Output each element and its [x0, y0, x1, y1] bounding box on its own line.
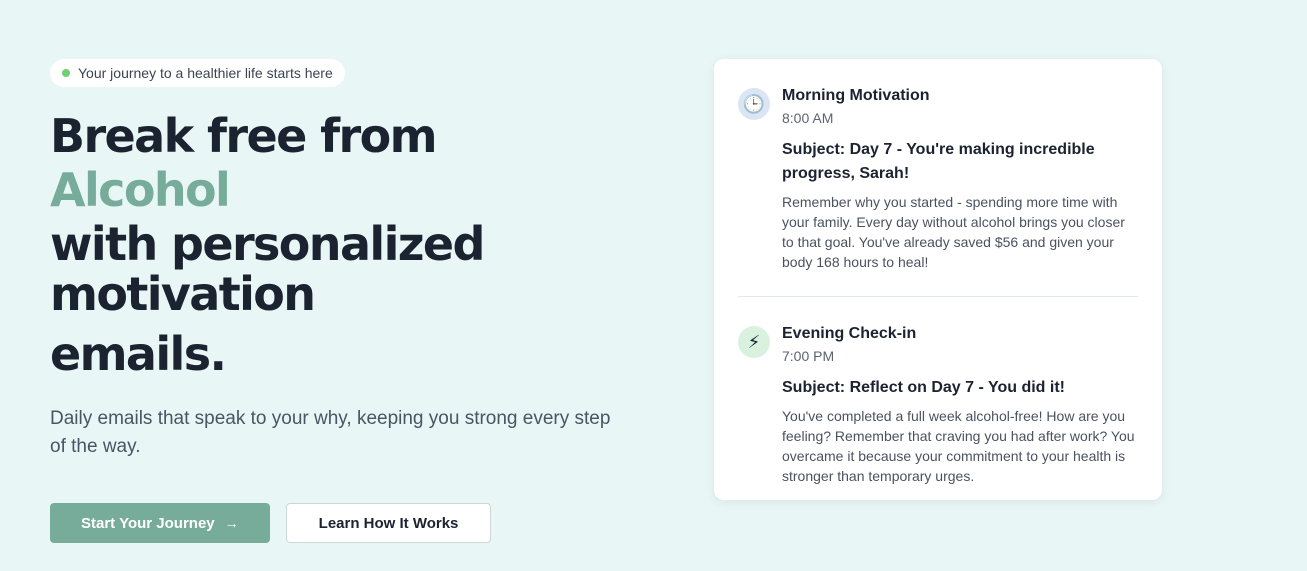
email-content: Evening Check-in 7:00 PM Subject: Reflec… [782, 321, 1138, 486]
tagline-badge: Your journey to a healthier life starts … [50, 59, 345, 87]
email-time: 8:00 AM [782, 110, 834, 126]
hero-subtitle: Daily emails that speak to your why, kee… [50, 408, 611, 457]
headline-line-5: emails. [50, 327, 227, 381]
headline-line-1: Break free from [50, 109, 438, 163]
learn-how-button[interactable]: Learn How It Works [285, 503, 492, 543]
hero-headline: Break free from Alcohol with personalize… [50, 109, 650, 381]
tagline-text: Your journey to a healthier life starts … [78, 65, 333, 81]
email-subject: Subject: Reflect on Day 7 - You did it! [782, 379, 1065, 396]
hero-section: Your journey to a healthier life starts … [0, 0, 1307, 571]
email-title: Morning Motivation [782, 87, 930, 104]
email-item-evening: ⚡ Evening Check-in 7:00 PM Subject: Refl… [738, 321, 1138, 486]
hero-left-column: Your journey to a healthier life starts … [50, 59, 650, 543]
email-body-text: You've completed a full week alcohol-fre… [782, 408, 1135, 484]
email-body-text: Remember why you started - spending more… [782, 194, 1125, 270]
status-dot-icon [62, 69, 70, 77]
start-journey-button[interactable]: Start Your Journey → [50, 503, 270, 543]
email-title: Evening Check-in [782, 325, 917, 342]
headline-line-4: motivation [50, 267, 316, 321]
email-subject: Subject: Day 7 - You're making incredibl… [782, 141, 1095, 182]
arrow-right-icon: → [224, 515, 239, 531]
email-divider [738, 296, 1138, 297]
lightning-icon: ⚡ [738, 326, 770, 358]
email-content: Morning Motivation 8:00 AM Subject: Day … [782, 83, 1138, 272]
email-time: 7:00 PM [782, 348, 835, 364]
headline-line-3: with personalized [50, 217, 485, 271]
clock-icon: 🕒 [738, 88, 770, 120]
hero-actions: Start Your Journey → Learn How It Works [50, 503, 650, 543]
headline-accent: Alcohol [50, 163, 231, 217]
start-journey-label: Start Your Journey [81, 514, 215, 532]
email-item-morning: 🕒 Morning Motivation 8:00 AM Subject: Da… [738, 83, 1138, 272]
email-preview-card: 🕒 Morning Motivation 8:00 AM Subject: Da… [714, 59, 1162, 500]
